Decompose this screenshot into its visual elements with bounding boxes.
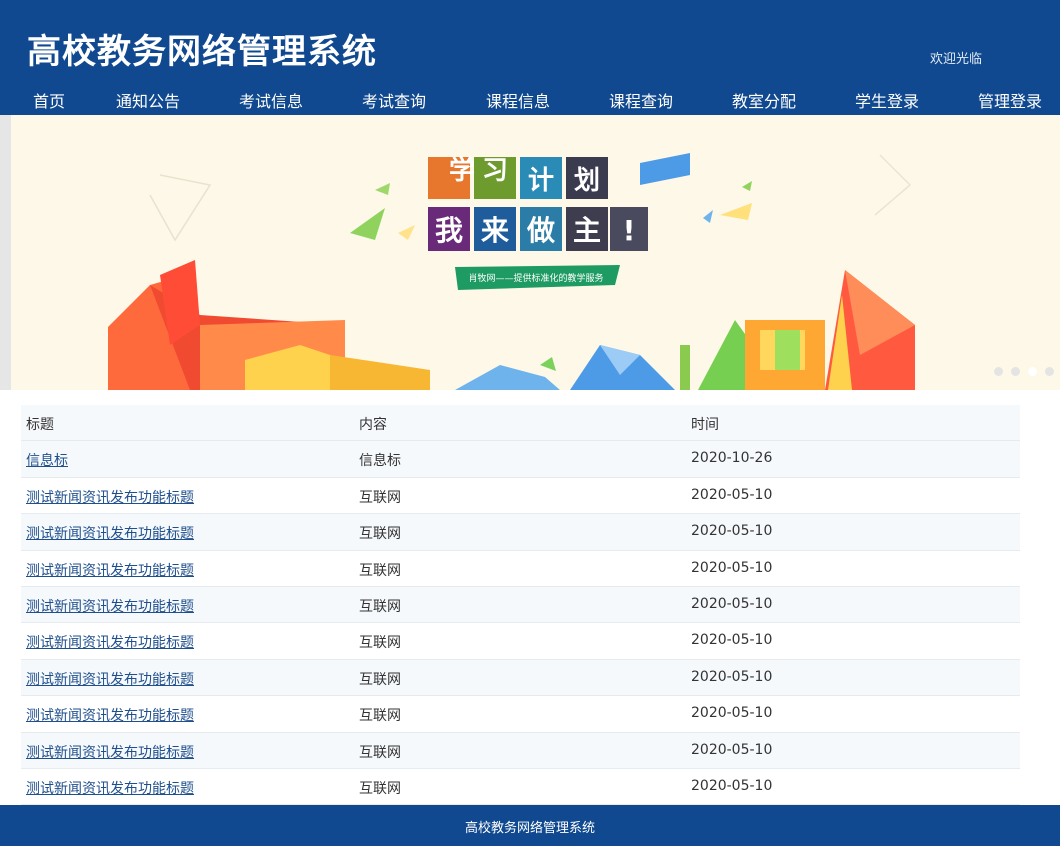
banner-char-wo: 我 bbox=[435, 214, 463, 247]
banner-char-zhu: 主 bbox=[573, 214, 601, 247]
carousel-dot-3[interactable] bbox=[1028, 367, 1037, 376]
banner-carousel[interactable]: 学 习 计 划 我 来 做 主 ! 肖牧网——提供标准化的教学服务 bbox=[0, 115, 1060, 390]
carousel-dot-4[interactable] bbox=[1045, 367, 1054, 376]
row-time: 2020-05-10 bbox=[691, 741, 773, 758]
row-content: 互联网 bbox=[359, 526, 401, 543]
table-row: 测试新闻资讯发布功能标题 互联网 2020-05-10 bbox=[21, 696, 1020, 733]
row-title-link[interactable]: 测试新闻资讯发布功能标题 bbox=[26, 669, 194, 689]
nav-exam-query[interactable]: 考试查询 bbox=[362, 88, 426, 112]
carousel-dots bbox=[986, 361, 1054, 380]
nav-course-query[interactable]: 课程查询 bbox=[609, 88, 673, 112]
carousel-dot-1[interactable] bbox=[994, 367, 1003, 376]
row-title-link[interactable]: 测试新闻资讯发布功能标题 bbox=[26, 523, 194, 543]
row-title-link[interactable]: 信息标 bbox=[26, 450, 68, 470]
column-header-time: 时间 bbox=[691, 417, 719, 433]
row-content: 互联网 bbox=[359, 635, 401, 652]
row-content: 互联网 bbox=[359, 708, 401, 725]
news-table: 标题 内容 时间 信息标 信息标 2020-10-26 测试新闻资讯发布功能标题 互联网… bbox=[21, 405, 1020, 806]
row-content: 互联网 bbox=[359, 489, 401, 506]
row-time: 2020-05-10 bbox=[691, 632, 773, 649]
row-content: 互联网 bbox=[359, 598, 401, 615]
row-content: 互联网 bbox=[359, 671, 401, 688]
row-title-link[interactable]: 测试新闻资讯发布功能标题 bbox=[26, 742, 194, 762]
row-title-link[interactable]: 测试新闻资讯发布功能标题 bbox=[26, 778, 194, 798]
banner-left-edge bbox=[0, 115, 11, 390]
banner-char-lai: 来 bbox=[481, 214, 509, 247]
row-title-link[interactable]: 测试新闻资讯发布功能标题 bbox=[26, 596, 194, 616]
table-header-row: 标题 内容 时间 bbox=[21, 405, 1020, 442]
table-row: 测试新闻资讯发布功能标题 互联网 2020-05-10 bbox=[21, 659, 1020, 697]
row-content: 互联网 bbox=[359, 744, 401, 761]
table-row: 测试新闻资讯发布功能标题 互联网 2020-05-10 bbox=[21, 769, 1020, 806]
nav-student-login[interactable]: 学生登录 bbox=[855, 88, 919, 112]
column-header-content: 内容 bbox=[359, 417, 387, 433]
site-title: 高校教务网络管理系统 bbox=[27, 32, 377, 72]
carousel-dot-2[interactable] bbox=[1011, 367, 1020, 376]
nav-admin-login[interactable]: 管理登录 bbox=[978, 88, 1042, 112]
table-row: 测试新闻资讯发布功能标题 互联网 2020-05-10 bbox=[21, 478, 1020, 515]
nav-home[interactable]: 首页 bbox=[33, 88, 65, 112]
banner-char-zuo: 做 bbox=[526, 214, 555, 247]
row-time: 2020-05-10 bbox=[691, 559, 773, 576]
welcome-text: 欢迎光临 bbox=[930, 52, 983, 67]
row-time: 2020-05-10 bbox=[691, 777, 773, 794]
row-time: 2020-05-10 bbox=[691, 668, 773, 685]
nav-notice[interactable]: 通知公告 bbox=[116, 88, 180, 112]
row-time: 2020-05-10 bbox=[691, 705, 773, 722]
row-time: 2020-05-10 bbox=[691, 486, 773, 503]
banner-char-hua: 划 bbox=[574, 166, 600, 196]
banner-tagline: 肖牧网——提供标准化的教学服务 bbox=[468, 272, 603, 284]
row-time: 2020-10-26 bbox=[691, 450, 773, 467]
table-row: 测试新闻资讯发布功能标题 互联网 2020-05-10 bbox=[21, 551, 1020, 587]
table-row: 测试新闻资讯发布功能标题 互联网 2020-05-10 bbox=[21, 586, 1020, 624]
row-content: 互联网 bbox=[359, 562, 401, 579]
footer-text: 高校教务网络管理系统 bbox=[464, 821, 595, 836]
site-header: 高校教务网络管理系统 欢迎光临 首页 通知公告 考试信息 考试查询 课程信息 课… bbox=[0, 0, 1060, 115]
banner-illustration: 学 习 计 划 我 来 做 主 ! 肖牧网——提供标准化的教学服务 bbox=[108, 153, 915, 390]
column-header-title: 标题 bbox=[26, 417, 54, 433]
table-row: 测试新闻资讯发布功能标题 互联网 2020-05-10 bbox=[21, 623, 1020, 660]
table-row: 测试新闻资讯发布功能标题 互联网 2020-05-10 bbox=[21, 514, 1020, 551]
banner-char-xue: 学 bbox=[449, 155, 475, 186]
nav-course-info[interactable]: 课程信息 bbox=[486, 88, 550, 112]
nav-classroom[interactable]: 教室分配 bbox=[732, 88, 796, 112]
row-title-link[interactable]: 测试新闻资讯发布功能标题 bbox=[26, 705, 194, 725]
nav-exam-info[interactable]: 考试信息 bbox=[239, 88, 303, 112]
row-title-link[interactable]: 测试新闻资讯发布功能标题 bbox=[26, 632, 194, 652]
row-title-link[interactable]: 测试新闻资讯发布功能标题 bbox=[26, 560, 194, 580]
banner-char-exclaim: ! bbox=[623, 214, 636, 247]
main-nav: 首页 通知公告 考试信息 考试查询 课程信息 课程查询 教室分配 学生登录 管理… bbox=[0, 84, 1060, 115]
site-footer: 高校教务网络管理系统 bbox=[0, 805, 1060, 846]
row-time: 2020-05-10 bbox=[691, 595, 773, 612]
table-row: 测试新闻资讯发布功能标题 互联网 2020-05-10 bbox=[21, 732, 1020, 769]
table-row: 信息标 信息标 2020-10-26 bbox=[21, 441, 1020, 478]
row-time: 2020-05-10 bbox=[691, 523, 773, 540]
row-content: 信息标 bbox=[359, 453, 401, 470]
row-content: 互联网 bbox=[359, 780, 401, 797]
banner-char-xi: 习 bbox=[482, 156, 508, 186]
banner-char-ji: 计 bbox=[528, 166, 554, 196]
row-title-link[interactable]: 测试新闻资讯发布功能标题 bbox=[26, 487, 194, 507]
